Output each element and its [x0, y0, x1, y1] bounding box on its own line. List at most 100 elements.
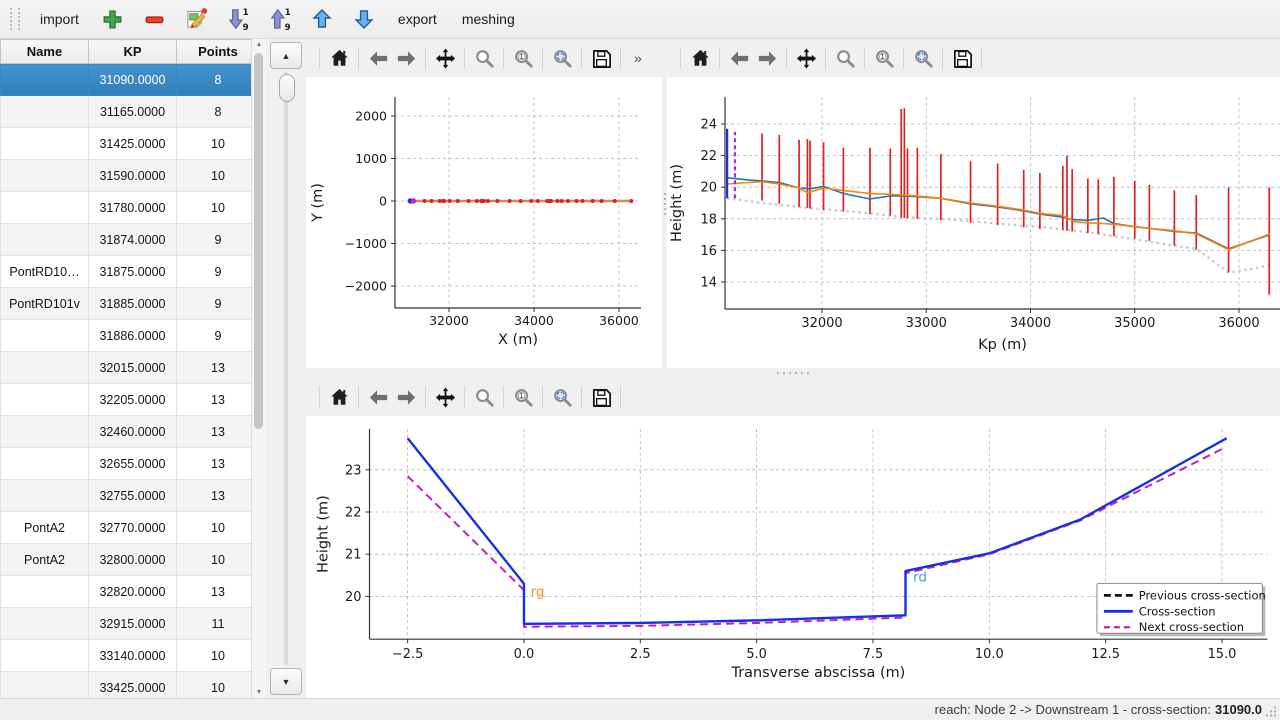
table-row[interactable]: 32915.000011: [1, 608, 260, 640]
resize-grip-icon[interactable]: [1265, 705, 1278, 718]
cell-name[interactable]: [1, 352, 89, 384]
cell-kp[interactable]: 31875.0000: [89, 256, 177, 288]
table-row[interactable]: 31886.00009: [1, 320, 260, 352]
profile-plot[interactable]: 3200033000340003500036000141618202224Kp …: [667, 77, 1280, 368]
forward-button[interactable]: [392, 382, 420, 412]
table-scroll-up-icon[interactable]: ▲: [252, 39, 266, 51]
table-scrollbar-thumb[interactable]: [254, 53, 263, 429]
cell-name[interactable]: [1, 416, 89, 448]
cell-kp[interactable]: 32205.0000: [89, 384, 177, 416]
remove-cross-section-button[interactable]: [141, 6, 168, 33]
cell-kp[interactable]: 32770.0000: [89, 512, 177, 544]
cell-kp[interactable]: 31425.0000: [89, 128, 177, 160]
zoom-button[interactable]: [831, 43, 859, 73]
table-row[interactable]: 31590.000010: [1, 160, 260, 192]
zoom-button[interactable]: [470, 43, 498, 73]
table-row[interactable]: PontRD101v31885.00009: [1, 288, 260, 320]
cell-name[interactable]: [1, 384, 89, 416]
scroll-down-button[interactable]: ▼: [270, 668, 302, 695]
move-up-button[interactable]: [309, 6, 336, 33]
sort-descending-button[interactable]: 1 9: [225, 6, 252, 33]
sort-ascending-button[interactable]: 1 9: [267, 6, 294, 33]
table-row[interactable]: 32820.000013: [1, 576, 260, 608]
cell-kp[interactable]: 31885.0000: [89, 288, 177, 320]
cell-name[interactable]: [1, 64, 89, 96]
cell-points[interactable]: 10: [177, 192, 260, 224]
edit-cross-section-button[interactable]: [183, 6, 210, 33]
cell-name[interactable]: [1, 672, 89, 699]
cell-points[interactable]: 10: [177, 544, 260, 576]
cell-name[interactable]: [1, 480, 89, 512]
zoom-rect-button[interactable]: [548, 43, 576, 73]
export-button[interactable]: export: [393, 8, 442, 30]
cell-kp[interactable]: 31165.0000: [89, 96, 177, 128]
cell-kp[interactable]: 33425.0000: [89, 672, 177, 699]
zoom-rect-button[interactable]: [909, 43, 937, 73]
scrollbar-thumb[interactable]: [279, 74, 295, 102]
cell-points[interactable]: 8: [177, 96, 260, 128]
table-row[interactable]: 32460.000013: [1, 416, 260, 448]
table-scroll-down-icon[interactable]: ▼: [252, 687, 266, 698]
zoom-rect-button[interactable]: [548, 382, 576, 412]
cell-points[interactable]: 9: [177, 256, 260, 288]
move-down-button[interactable]: [351, 6, 378, 33]
table-row[interactable]: 32655.000013: [1, 448, 260, 480]
zoom-button[interactable]: [470, 382, 498, 412]
pan-button[interactable]: [431, 43, 459, 73]
back-button[interactable]: [725, 43, 753, 73]
meshing-button[interactable]: meshing: [457, 8, 520, 30]
cell-name[interactable]: [1, 576, 89, 608]
cell-name[interactable]: PontRD101v: [1, 288, 89, 320]
cell-points[interactable]: 10: [177, 672, 260, 699]
cell-name[interactable]: PontA2: [1, 512, 89, 544]
back-button[interactable]: [364, 43, 392, 73]
cell-name[interactable]: [1, 608, 89, 640]
cell-kp[interactable]: 32915.0000: [89, 608, 177, 640]
table-row[interactable]: 33425.000010: [1, 672, 260, 699]
zoom-one-button[interactable]: 1: [509, 43, 537, 73]
cross-section-plot[interactable]: −2.50.02.55.07.510.012.515.020212223Tran…: [306, 416, 1280, 698]
scrollbar-track[interactable]: [271, 72, 301, 665]
table-row[interactable]: 32205.000013: [1, 384, 260, 416]
cell-kp[interactable]: 32820.0000: [89, 576, 177, 608]
cell-kp[interactable]: 33140.0000: [89, 640, 177, 672]
column-header-points[interactable]: Points: [177, 40, 260, 64]
plan-view-plot[interactable]: 320003400036000−2000−1000010002000X (m)Y…: [306, 77, 662, 368]
pan-button[interactable]: [431, 382, 459, 412]
zoom-one-button[interactable]: 1: [509, 382, 537, 412]
cell-name[interactable]: PontRD10…: [1, 256, 89, 288]
home-button[interactable]: [325, 43, 353, 73]
cell-kp[interactable]: 31886.0000: [89, 320, 177, 352]
cell-points[interactable]: 10: [177, 512, 260, 544]
home-button[interactable]: [325, 382, 353, 412]
cell-points[interactable]: 9: [177, 224, 260, 256]
cell-points[interactable]: 9: [177, 320, 260, 352]
cell-name[interactable]: [1, 448, 89, 480]
cell-points[interactable]: 13: [177, 384, 260, 416]
cell-kp[interactable]: 31874.0000: [89, 224, 177, 256]
cell-points[interactable]: 10: [177, 640, 260, 672]
cell-points[interactable]: 10: [177, 160, 260, 192]
cell-points[interactable]: 13: [177, 416, 260, 448]
cell-kp[interactable]: 31590.0000: [89, 160, 177, 192]
toolbar-drag-handle[interactable]: [10, 8, 20, 30]
cell-kp[interactable]: 32655.0000: [89, 448, 177, 480]
cell-name[interactable]: [1, 96, 89, 128]
cell-kp[interactable]: 32755.0000: [89, 480, 177, 512]
cell-points[interactable]: 13: [177, 480, 260, 512]
cell-kp[interactable]: 32460.0000: [89, 416, 177, 448]
cell-name[interactable]: [1, 320, 89, 352]
save-button[interactable]: [948, 43, 976, 73]
scroll-up-button[interactable]: ▲: [270, 42, 302, 69]
horizontal-splitter[interactable]: [306, 368, 1280, 378]
cell-points[interactable]: 8: [177, 64, 260, 96]
table-row[interactable]: 31874.00009: [1, 224, 260, 256]
toolbar-overflow-chevron[interactable]: »: [634, 50, 642, 66]
cell-name[interactable]: [1, 192, 89, 224]
save-button[interactable]: [587, 43, 615, 73]
add-cross-section-button[interactable]: [99, 6, 126, 33]
cell-kp[interactable]: 31090.0000: [89, 64, 177, 96]
zoom-one-button[interactable]: 1: [870, 43, 898, 73]
forward-button[interactable]: [753, 43, 781, 73]
import-button[interactable]: import: [35, 8, 84, 30]
